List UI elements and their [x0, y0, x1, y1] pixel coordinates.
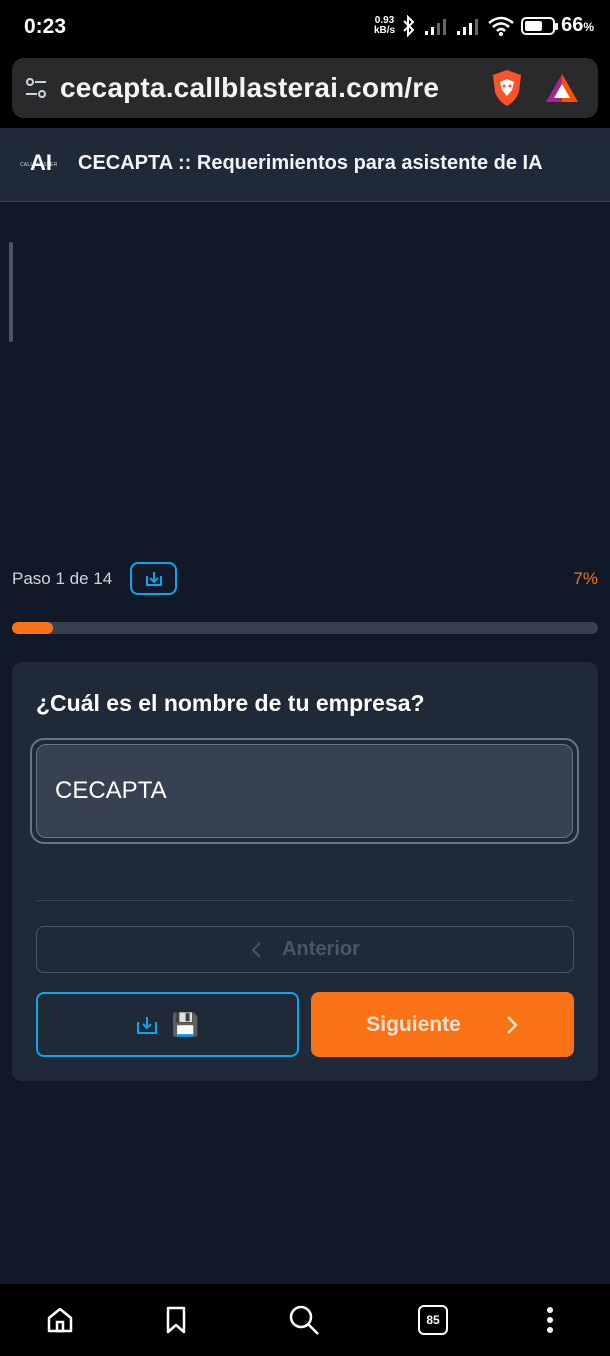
question-text: ¿Cuál es el nombre de tu empresa? — [36, 690, 425, 716]
step-label: Paso 1 de 14 — [12, 569, 113, 588]
status-time: 0:23 — [24, 15, 67, 38]
page-title: CECAPTA :: Requerimientos para asistente… — [78, 152, 543, 174]
brave-rewards-icon[interactable] — [544, 72, 580, 104]
status-bar: 0:23 0.93 kB/s 66% — [0, 0, 610, 56]
save-progress-button[interactable]: 💾 — [36, 992, 299, 1057]
site-settings-icon[interactable] — [24, 76, 48, 100]
quick-save-button[interactable] — [130, 562, 177, 595]
answer-input[interactable]: CECAPTA — [36, 744, 573, 838]
logo-ai-text: AI — [30, 150, 52, 175]
chevron-left-icon — [251, 941, 261, 958]
step-percent: 7% — [573, 569, 598, 588]
answer-field-wrapper: CECAPTA — [30, 738, 579, 844]
bluetooth-icon — [403, 14, 415, 37]
progress-bar — [12, 622, 598, 634]
next-button[interactable]: Siguiente — [311, 992, 574, 1057]
signal-icon-2 — [457, 18, 479, 35]
address-bar[interactable]: cecapta.callblasterai.com/re — [12, 58, 598, 118]
brave-shields-icon[interactable] — [488, 68, 526, 108]
search-icon — [289, 1305, 319, 1335]
chevron-right-icon — [506, 1015, 518, 1034]
battery-fill — [525, 20, 543, 31]
tabs-button[interactable]: 85 — [415, 1302, 451, 1338]
progress-fill — [12, 622, 54, 634]
more-vertical-icon — [547, 1307, 553, 1333]
wifi-icon — [488, 16, 514, 36]
question-card: ¿Cuál es el nombre de tu empresa? CECAPT… — [12, 662, 598, 1081]
next-label: Siguiente — [366, 1012, 461, 1036]
battery-icon — [521, 16, 559, 35]
network-speed-unit: kB/s — [373, 24, 396, 36]
bookmark-button[interactable] — [158, 1302, 194, 1338]
download-icon — [145, 571, 162, 586]
tab-count: 85 — [418, 1305, 448, 1335]
browser-bottom-nav: 85 — [0, 1284, 610, 1356]
network-speed-value: 0.93 — [374, 14, 395, 26]
step-row: Paso 1 de 14 7% — [12, 562, 598, 596]
app-header: CALLBLASTER AI CECAPTA :: Requerimientos… — [0, 128, 610, 202]
download-icon — [136, 1016, 157, 1034]
search-button[interactable] — [286, 1302, 322, 1338]
home-button[interactable] — [42, 1302, 78, 1338]
previous-label: Anterior — [282, 938, 360, 960]
previous-button[interactable]: Anterior — [36, 926, 574, 973]
url-text[interactable]: cecapta.callblasterai.com/re — [60, 72, 478, 104]
divider — [36, 900, 574, 901]
browser-toolbar: cecapta.callblasterai.com/re — [0, 56, 610, 128]
app-logo: CALLBLASTER AI — [20, 150, 64, 180]
signal-icon — [425, 18, 447, 35]
home-icon — [47, 1307, 73, 1333]
menu-button[interactable] — [532, 1302, 568, 1338]
bookmark-icon — [166, 1306, 186, 1334]
floppy-disk-icon: 💾 — [171, 1011, 200, 1037]
scrollbar[interactable] — [9, 242, 13, 342]
status-icons: 0.93 kB/s 66% — [374, 14, 594, 37]
network-speed: 0.93 kB/s — [373, 14, 396, 36]
battery-percent: 66% — [561, 14, 594, 36]
